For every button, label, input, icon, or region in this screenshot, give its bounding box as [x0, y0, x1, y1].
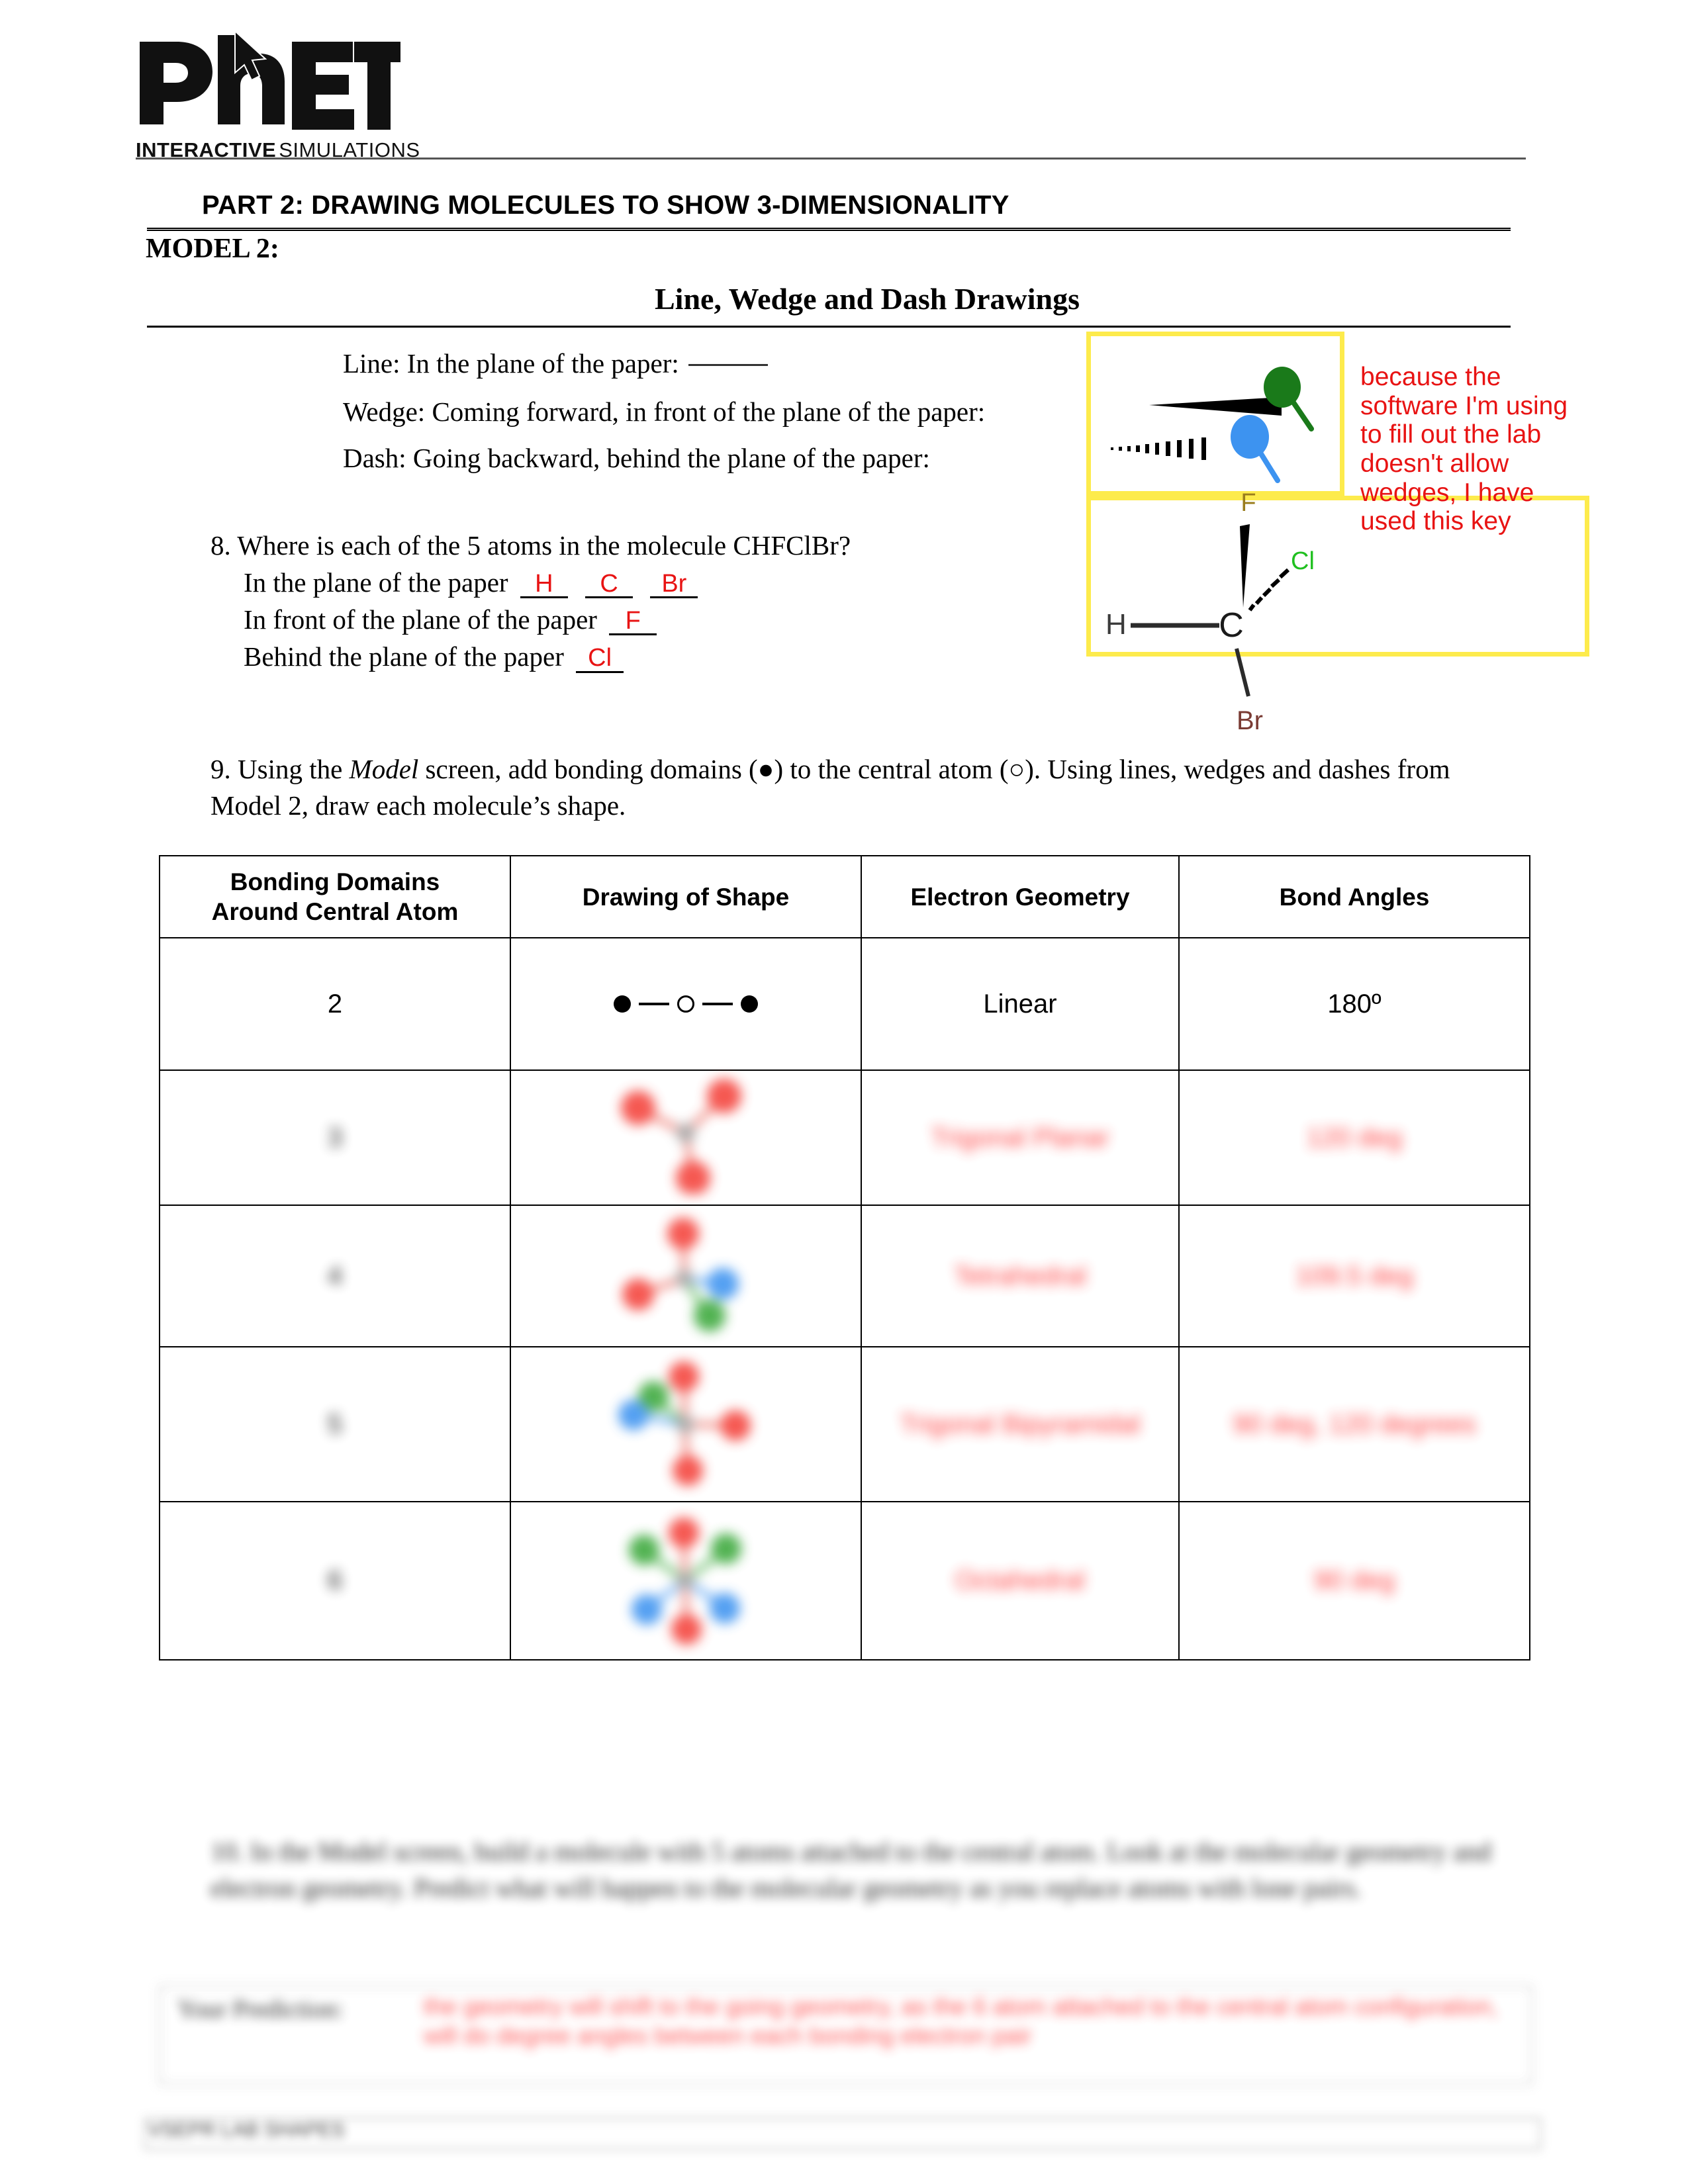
definition-wedge-text: Wedge: Coming forward, in front of the p…	[343, 396, 986, 427]
bond-dash-cl	[1248, 568, 1290, 612]
cell-bond-angles: 109.5 deg	[1178, 1205, 1530, 1348]
header-bond-angles: Bond Angles	[1178, 854, 1530, 939]
in-plane-answer-2[interactable]: C	[585, 571, 633, 599]
cell-domains: 4	[159, 1205, 511, 1348]
cell-geometry: Trigonal Bipyramidal	[861, 1346, 1180, 1503]
header-divider	[136, 158, 1526, 159]
cell-geometry: Linear	[861, 937, 1180, 1071]
cell-bond-angles: 90 deg	[1178, 1501, 1530, 1661]
cell-drawing[interactable]	[510, 1205, 862, 1348]
cell-bond-angles: 90 deg, 120 degrees	[1178, 1346, 1530, 1503]
definition-line: Line: In the plane of the paper:	[343, 347, 768, 379]
definition-line-text: Line: In the plane of the paper:	[343, 348, 679, 379]
subtitle-divider	[147, 326, 1511, 328]
cell-bond-angles: 180º	[1178, 937, 1530, 1071]
plain-line-icon	[688, 364, 768, 366]
page-title: PART 2: DRAWING MOLECULES TO SHOW 3-DIME…	[202, 191, 1009, 220]
central-atom-circle-icon	[677, 995, 694, 1013]
question-9-em: Model	[349, 754, 419, 784]
footer-left-text: VSEPR LAB SHAPES	[148, 2119, 345, 2141]
behind-answer-1[interactable]: Cl	[576, 645, 624, 673]
model-subtitle: Line, Wedge and Dash Drawings	[654, 282, 1080, 316]
phet-logo: INTERACTIVE SIMULATIONS	[136, 30, 420, 162]
question-8-row-behind: Behind the plane of the paper Cl	[211, 641, 1071, 673]
question-10-number: 10.	[211, 1837, 244, 1866]
tetrahedral-shape-diagram	[622, 1218, 739, 1332]
cell-domains: 3	[159, 1069, 511, 1206]
behind-label: Behind the plane of the paper	[244, 641, 564, 672]
table-row: 3 Trigonal Planar 120 deg	[159, 1069, 1530, 1206]
cell-geometry: Tetrahedral	[861, 1205, 1180, 1348]
header-bonding-domains-l2: Around Central Atom	[211, 898, 459, 926]
bond-line-br	[1235, 648, 1250, 697]
question-8-text: Where is each of the 5 atoms in the mole…	[237, 530, 851, 561]
prediction-answer[interactable]: the geometry will shift to the going geo…	[424, 1992, 1523, 2050]
bonding-domain-dot-icon	[614, 995, 631, 1013]
cell-drawing[interactable]	[510, 937, 862, 1071]
definition-dash: Dash: Going backward, behind the plane o…	[343, 442, 930, 474]
cell-domains: 2	[159, 937, 511, 1071]
key-annotation-note: because the software I'm using to fill o…	[1360, 363, 1568, 536]
bond-wedge-f	[1240, 524, 1250, 608]
in-front-label: In front of the plane of the paper	[244, 604, 597, 635]
in-plane-answer-3[interactable]: Br	[650, 571, 698, 599]
model-label: MODEL 2:	[146, 234, 279, 264]
linear-shape-diagram	[515, 995, 857, 1013]
bonding-domain-dot-icon	[741, 995, 758, 1013]
bond-line-icon	[639, 1003, 669, 1006]
question-10: 10. In the Model screen, build a molecul…	[211, 1833, 1508, 1906]
table-row: 4 Tetrahedral 109.5 deg	[159, 1205, 1530, 1348]
cell-drawing[interactable]	[510, 1501, 862, 1661]
definition-wedge: Wedge: Coming forward, in front of the p…	[343, 396, 985, 428]
question-8-row-in-front: In front of the plane of the paper F	[211, 604, 1071, 636]
table-row: 5 Trigonal Bipyramidal 90 deg, 120 degre…	[159, 1346, 1530, 1503]
header-bonding-domains: Bonding Domains Around Central Atom	[159, 854, 511, 939]
question-9: 9. Using the Model screen, add bonding d…	[211, 751, 1468, 823]
footer-bar	[144, 2118, 1541, 2150]
cell-domains: 5	[159, 1346, 511, 1503]
in-plane-answer-1[interactable]: H	[520, 571, 568, 599]
question-8-prompt: 8. Where is each of the 5 atoms in the m…	[211, 529, 1071, 561]
question-9-number: 9.	[211, 754, 231, 784]
table-header-row: Bonding Domains Around Central Atom Draw…	[159, 854, 1530, 939]
question-9-text-part1: Using the	[238, 754, 350, 784]
molecule-atom-label-h: H	[1105, 608, 1127, 641]
molecule-atom-label-br: Br	[1237, 706, 1263, 735]
cell-geometry: Octahedral	[861, 1501, 1180, 1661]
header-bonding-domains-l1: Bonding Domains	[230, 868, 440, 895]
phet-logo-svg	[140, 30, 400, 130]
prediction-label: Your Prediction:	[177, 1995, 344, 2023]
trigonal-planar-shape-diagram	[621, 1079, 741, 1196]
header-electron-geometry: Electron Geometry	[861, 854, 1180, 939]
cell-geometry: Trigonal Planar	[861, 1069, 1180, 1206]
cell-drawing[interactable]	[510, 1346, 862, 1503]
dash-icon	[1111, 437, 1206, 460]
octahedral-shape-diagram	[629, 1518, 741, 1645]
molecule-atom-label-cl: Cl	[1291, 547, 1315, 575]
definition-dash-text: Dash: Going backward, behind the plane o…	[343, 443, 930, 473]
trigonal-bipyramidal-shape-diagram	[618, 1361, 751, 1486]
bond-line-icon	[702, 1003, 733, 1006]
molecule-atom-label-f: F	[1241, 489, 1256, 517]
molecule-atom-label-c: C	[1219, 606, 1244, 645]
table-row: 6 Octahedral 90 deg	[159, 1501, 1530, 1661]
geometry-table: Bonding Domains Around Central Atom Draw…	[159, 854, 1530, 1661]
question-8: 8. Where is each of the 5 atoms in the m…	[211, 529, 1071, 673]
cell-drawing[interactable]	[510, 1069, 862, 1206]
question-8-number: 8.	[211, 530, 231, 561]
title-divider	[147, 228, 1511, 231]
question-8-row-in-plane: In the plane of the paper H C Br	[211, 567, 1071, 599]
in-plane-label: In the plane of the paper	[244, 567, 508, 598]
question-10-text: In the Model screen, build a molecule wi…	[211, 1837, 1491, 1903]
table-row: 2 Linear 180º	[159, 937, 1530, 1071]
cell-bond-angles: 120 deg	[1178, 1069, 1530, 1206]
header-drawing-of-shape: Drawing of Shape	[510, 854, 862, 939]
in-front-answer-1[interactable]: F	[609, 608, 657, 636]
cell-domains: 6	[159, 1501, 511, 1661]
